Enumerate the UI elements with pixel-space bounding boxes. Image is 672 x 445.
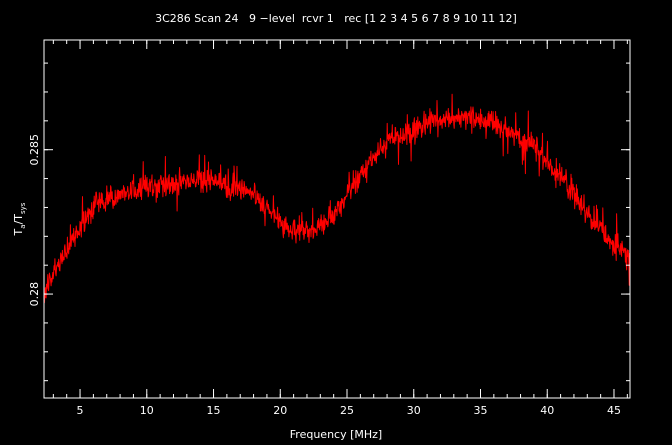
y-tick-label: 0.285	[28, 134, 41, 166]
x-tick-label: 40	[540, 404, 554, 417]
x-tick-label: 20	[273, 404, 287, 417]
x-tick-label: 15	[207, 404, 221, 417]
y-label-slash: /T	[12, 214, 25, 225]
chart-background	[0, 0, 672, 445]
y-tick-label: 0.28	[28, 282, 41, 307]
x-tick-label: 25	[340, 404, 354, 417]
spectrum-chart: 3C286 Scan 24 9 −level rcvr 1 rec [1 2 3…	[0, 0, 672, 445]
x-tick-label: 10	[140, 404, 154, 417]
x-tick-label: 35	[473, 404, 487, 417]
y-label-sub-sys: sys	[19, 202, 27, 214]
x-tick-label: 45	[607, 404, 621, 417]
x-axis-label: Frequency [MHz]	[290, 428, 382, 441]
x-tick-label: 30	[407, 404, 421, 417]
x-tick-label: 5	[77, 404, 84, 417]
chart-title: 3C286 Scan 24 9 −level rcvr 1 rec [1 2 3…	[155, 12, 517, 25]
